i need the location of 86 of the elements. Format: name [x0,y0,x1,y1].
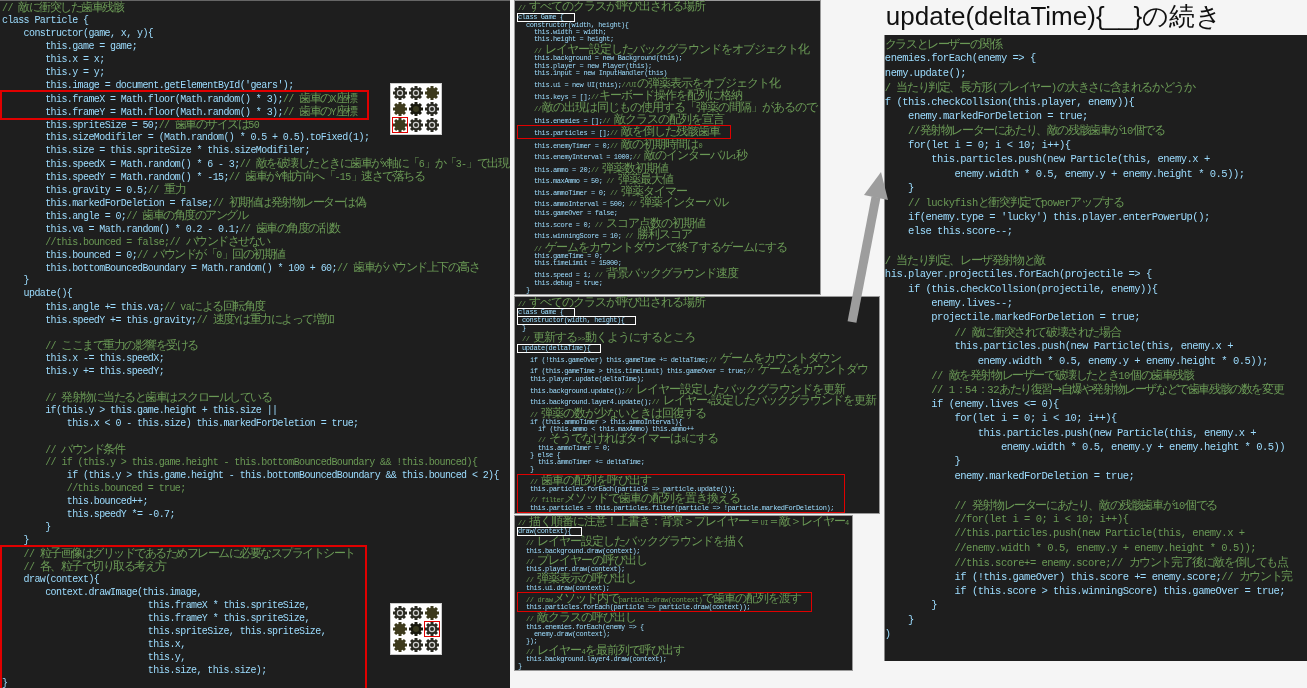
code-line: // 敵に衝突されて破壊された場合 [954,326,1121,339]
code-line: this.frameX = Math.floor(Math.random() * 3);// 歯車のX座標 [45,94,357,105]
code-line: this.bounced++; [66,496,148,507]
code-line: //this.particles.push(new Particle(this, enemy.x + [954,527,1245,540]
code-line: if (this.checkCollsion(projectile, enemy)){ [908,282,1158,295]
code-line: } [954,455,961,468]
code-line: //for(let i = 0; i < 10; i++){ [954,512,1129,525]
code-line: draw(context){ [23,574,100,585]
code-line: his.player.projectiles.forEach(projectile => { [884,268,1152,281]
code-line: this.bottomBouncedBoundary = Math.random() * 100 + 60;// 歯車がバウンド上下の高さ [45,263,480,274]
code-line: this.frameY * this.spriteSize, [147,613,310,624]
code-line: if (this.score > this.winningScore) this.gameOver = true; [954,584,1286,597]
code-line: this.size = this.spriteSize * this.sizeModifiler; [45,145,310,156]
code-line: this.size, this.size); [147,665,267,676]
code-line: enemy.markedForDeletion = true; [954,469,1135,482]
code-line: this.x -= this.speedX; [45,353,165,364]
code-line: enemy.markedForDeletion = true; [908,109,1088,122]
code-line: nemy.update(); [884,66,967,79]
code-line: this.speedY *= -0.7; [66,509,175,520]
code-line: this.gravity = 0.5;// 重力 [45,185,186,196]
code-line: } [23,535,29,546]
code-line: // ここまで重力の影響を受ける [45,341,198,352]
code-line: if (this.y > this.game.height - this.bottomBouncedBoundary && this.bounced < 2){ [66,470,499,481]
code-line: this.x < 0 - this.size) this.markedForDeletion = true; [66,418,359,429]
code-line: this.speedX = Math.random() * 6 - 3;// 敵を破壊したときに歯車がx軸に「6」か「3-」で出現 [45,159,509,170]
code-line: / 当たり判定、レーザ発射物と敵 [884,254,1045,267]
code-line: this.y, [147,652,186,663]
code-line: //this.bounced = true; [66,483,186,494]
code-line: if (!this.gameOver) this.score += enemy.score;// カウント完 [954,571,1292,584]
code-line: } [908,613,914,626]
code-line: //発射物レーターにあたり、敵の残骸歯車が10個でる [908,125,1165,138]
code-line: if(this.y > this.game.height + this.size || [45,405,278,416]
code-line: this.x = x; [45,54,105,65]
code-line: // 敵を発射物レーザーで破壊したとき10個の歯車残骸 [931,370,1194,382]
code-line: this.markedForDeletion = false;// 初期値は発射物レーターは偽 [45,198,366,209]
code-line: //this.bounced = false;// バウンドさせない [45,237,270,248]
code-line: enemy.lives--; [931,297,1013,310]
code-line: update(){ [23,288,73,299]
code-line: this.sizeModifiler = (Math.random() * 0.5 + 0.5).toFixed(1); [45,132,370,143]
code-line: this.particles.push(new Particle(this, enemy.x + [977,426,1257,439]
code-line: this.frameX * this.spriteSize, [147,600,310,611]
code-line: / 当たり判定、長方形(プレイヤー)の大きさに含まれるかどうか [884,82,1195,95]
code-line: //enemy.width * 0.5, enemy.y + enemy.height * 0.5)); [954,541,1257,554]
code-line: //this.score+= enemy.score;// カウント完了後に敵を倒しても点 [954,557,1288,570]
code-line: this.game = game; [45,41,138,52]
code-line: // 粒子画像はグリッドであるためフレームに必要なスプライトシート [23,549,355,560]
code-line: enemies.forEach(enemy => { [884,52,1036,65]
code-line: // 発射物レーターにあたり、敵の残骸歯車が10個でる [954,499,1217,512]
code-line: if(enemy.type = 'lucky') this.player.enterPowerUp(); [908,210,1210,223]
code-line: f (this.checkCollsion(this.player, enemy)){ [884,95,1135,108]
code-line: for(let i = 0; i < 10; i++){ [908,138,1071,151]
code-line: class Particle { [2,15,89,26]
code-line: this.y += this.speedY; [45,366,165,377]
code-line: enemy.width * 0.5, enemy.y + enemy.height * 0.5)); [954,167,1245,180]
section-title: update(deltaTime){__}の続き [884,0,1224,33]
code-line: // luckyfishと衝突判定でpowerアップする [908,197,1124,210]
code-line: クラスとレーザーの関係 [884,39,1002,51]
code-line: } [2,678,8,688]
code-line: // if (this.y > this.game.height - this.bottomBouncedBoundary && !this.bounced){ [45,457,478,468]
code-line: this.particles.push(new Particle(this, enemy.x + [931,153,1210,166]
code-line: constructor(game, x, y){ [23,28,154,39]
code-line: this.va = Math.random() * 0.2 - 0.1;// 歯車の角度の乱数 [45,224,340,235]
code-line: } [45,522,51,533]
code-line: // バウンド条件 [45,445,125,456]
code-line: context.drawImage(this.image, [45,587,202,598]
code-line: this.angle = 0;// 歯車の角度のアングル [45,211,248,222]
code-line: // 発射物に当たると歯車はスクロールしている [45,393,272,404]
code-line: this.x, [147,639,186,650]
code-line: this.frameY = Math.floor(Math.random() * 3);// 歯車のY座標 [45,107,357,118]
code-line: for(let i = 0; i < 10; i++){ [954,412,1117,425]
code-line: enemy.width * 0.5, enemy.y + enemy.height * 0.5)) [1000,440,1286,453]
code-line: // 敵に衝突した歯車残骸 [2,3,124,14]
code-line: // 1：54：32あたり復習→自爆や発射物レーザなどで歯車残骸の数を変更 [931,384,1284,397]
code-line: this.angle += this.va;// vaによる回転角度 [45,302,265,313]
code-line: } [23,275,29,286]
code-line: else this.score--; [908,225,1013,238]
code-line: ) [884,628,891,640]
code-line: this.spriteSize, this.spriteSize, [147,626,327,637]
code-line: this.y = y; [45,67,105,78]
code-line: if (enemy.lives <= 0){ [931,397,1059,410]
code-line: } [931,599,938,612]
code-line: this.image = document.getElementById('gears'); [45,80,294,91]
code-line: projectile.markedForDeletion = true; [931,311,1141,324]
code-line: } [908,181,914,194]
code-line: this.particles.push(new Particle(this, enemy.x + [954,340,1233,353]
code-line: enemy.width * 0.5, enemy.y + enemy.height * 0.5)); [977,354,1268,367]
